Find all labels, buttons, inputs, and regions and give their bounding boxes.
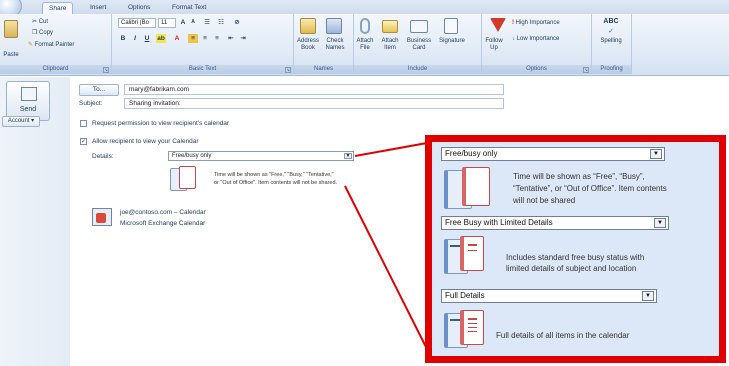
dropdown-arrow-icon: ▼ [650,149,662,159]
callout-full-details-desc-1: Full details of all items in the calenda… [496,331,630,340]
callout-free-busy-desc-3: will not be shared [513,196,576,205]
calendar-limited-details-icon [444,236,484,276]
callout-option-free-busy-label: Free/busy only [445,149,498,158]
callout-option-limited-details[interactable]: Free Busy with Limited Details ▼ [441,216,669,230]
callout-free-busy-desc-2: “Tentative”, or “Out of Office”. Item co… [513,184,667,193]
dropdown-arrow-icon: ▼ [642,291,654,301]
callout-limited-details-desc-1: Includes standard free busy status with [506,253,645,262]
callout-option-free-busy[interactable]: Free/busy only ▼ [441,147,665,161]
callout-free-busy-desc-1: Time will be shown as “Free”, “Busy”, [513,172,645,181]
callout-option-limited-details-label: Free Busy with Limited Details [445,218,553,227]
dropdown-arrow-icon: ▼ [654,218,666,228]
callout-option-full-details-label: Full Details [445,291,485,300]
callout-limited-details-desc-2: limited details of subject and location [506,264,637,273]
calendar-full-details-icon [444,310,484,350]
callout-option-full-details[interactable]: Full Details ▼ [441,289,657,303]
calendar-free-busy-icon [444,167,490,211]
details-options-callout: Free/busy only ▼ Time will be shown as “… [425,135,726,363]
